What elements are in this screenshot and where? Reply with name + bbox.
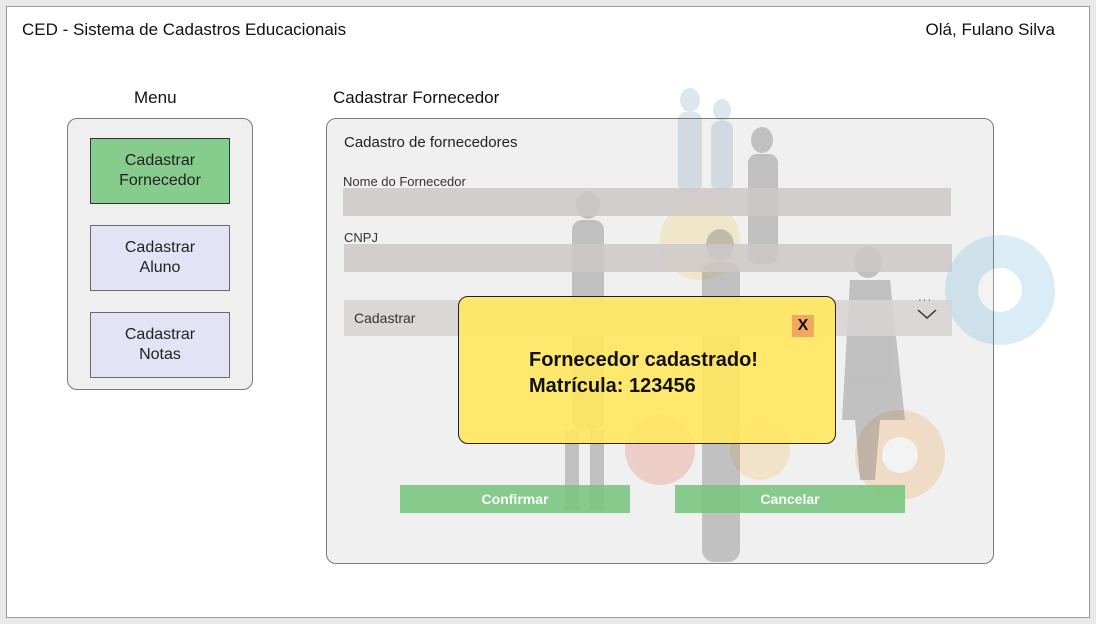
supplier-name-input[interactable] [343, 188, 951, 216]
chevron-down-icon [917, 309, 937, 320]
menu-heading: Menu [134, 88, 177, 107]
success-message: Fornecedor cadastrado! [529, 349, 758, 371]
menu-item-cadastrar-aluno[interactable]: Cadastrar Aluno [90, 225, 230, 291]
menu-item-cadastrar-fornecedor[interactable]: Cadastrar Fornecedor [90, 138, 230, 204]
cnpj-input[interactable] [344, 244, 952, 272]
cnpj-label: CNPJ [344, 230, 378, 245]
confirm-button[interactable]: Confirmar [400, 485, 630, 513]
action-select-value: Cadastrar [354, 310, 416, 326]
page-title: Cadastrar Fornecedor [333, 88, 500, 107]
user-greeting: Olá, Fulano Silva [925, 20, 1055, 39]
supplier-name-label: Nome do Fornecedor [343, 174, 466, 189]
success-dialog: X Fornecedor cadastrado! Matrícula: 1234… [458, 296, 836, 444]
cancel-button[interactable]: Cancelar [675, 485, 905, 513]
more-dots-icon: ··· [918, 294, 932, 306]
menu-item-cadastrar-notas[interactable]: Cadastrar Notas [90, 312, 230, 378]
registration-number: Matrícula: 123456 [529, 375, 696, 397]
close-button[interactable]: X [792, 315, 814, 337]
form-title: Cadastro de fornecedores [344, 134, 518, 151]
app-title: CED - Sistema de Cadastros Educacionais [22, 20, 347, 39]
